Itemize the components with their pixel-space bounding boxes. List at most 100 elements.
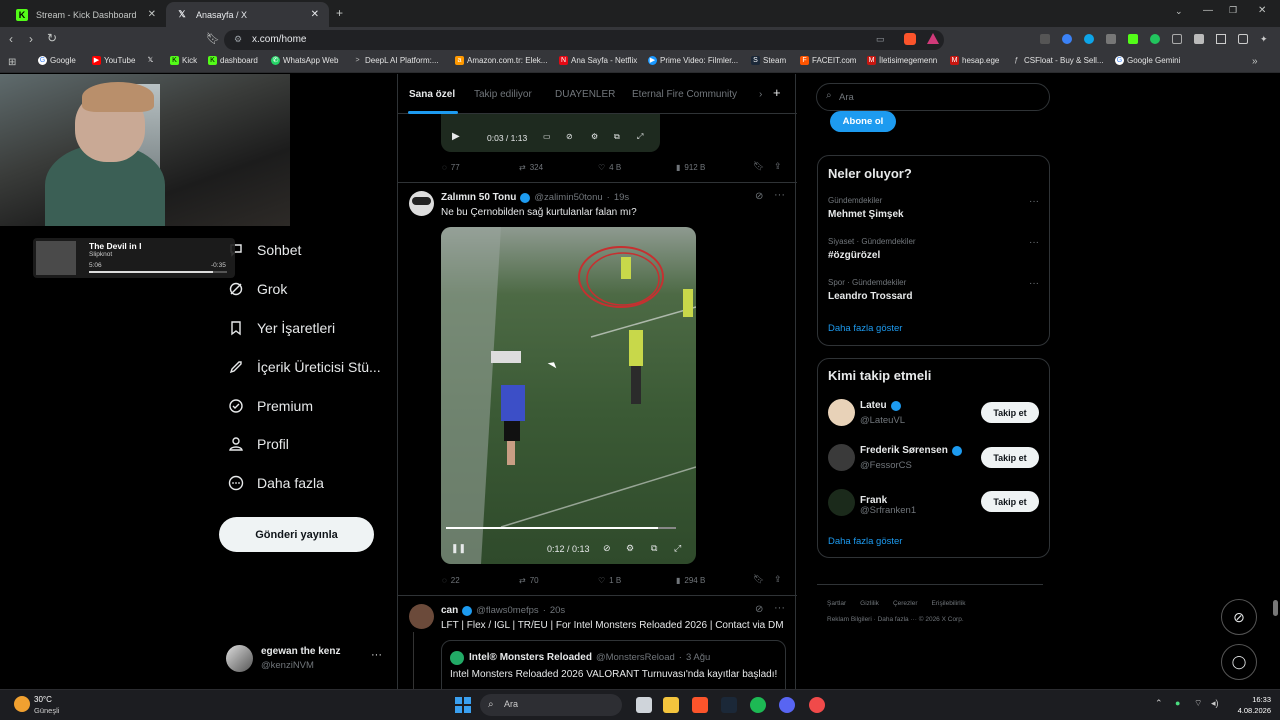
brave-icon[interactable]	[692, 697, 708, 713]
search-input[interactable]: Ara	[504, 699, 518, 709]
nav-more[interactable]: Daha fazla	[228, 475, 324, 491]
brave-rewards-icon[interactable]	[927, 33, 939, 44]
trend-item[interactable]: Spor · Gündemdekiler Leandro Trossard	[828, 278, 912, 302]
forward-icon[interactable]: ›	[29, 32, 33, 46]
bookmark-item[interactable]: a Amazon.com.tr: Elek...	[455, 56, 547, 65]
avatar[interactable]	[828, 399, 855, 426]
scrollbar-thumb[interactable]	[1273, 600, 1278, 616]
bookmark-item[interactable]: K Kick	[170, 56, 197, 65]
weather-temp[interactable]: 30°C	[34, 695, 52, 704]
post-time[interactable]: 19s	[614, 192, 629, 203]
address-bar[interactable]: ⚙︎ x.com/home ▭	[224, 30, 944, 50]
nav-profile[interactable]: Profil	[228, 436, 289, 452]
nav-grok[interactable]: Grok	[228, 281, 287, 297]
weather-text[interactable]: Güneşli	[34, 706, 59, 715]
sidebar-icon[interactable]	[1216, 34, 1226, 44]
extension-icon[interactable]	[1040, 34, 1050, 44]
more-options-icon[interactable]: ···	[774, 189, 785, 201]
brave-shield-icon[interactable]	[904, 33, 916, 45]
trend-item[interactable]: Gündemdekiler Mehmet Şimşek	[828, 196, 904, 220]
settings-icon[interactable]: ⚙︎	[626, 543, 634, 554]
show-more-link[interactable]: Daha fazla göster	[828, 323, 902, 334]
trend-item[interactable]: Siyaset · Gündemdekiler #özgürözel	[828, 237, 916, 261]
tab-kick-dashboard[interactable]: K Stream - Kick Dashboard ✕	[6, 2, 166, 27]
account-switcher[interactable]: egewan the kenz @kenziNVM ···	[226, 644, 391, 674]
mute-icon[interactable]: ⊘	[566, 132, 573, 141]
follow-name[interactable]: Frederik Sørensen	[860, 445, 948, 456]
fullscreen-icon[interactable]: ⤢	[637, 132, 643, 142]
more-options-icon[interactable]: ···	[1029, 196, 1039, 207]
task-view-icon[interactable]	[636, 697, 652, 713]
prev-video-player[interactable]: ▶ 0:03 / 1:13 ▭ ⊘ ⚙︎ ⧉ ⤢	[441, 114, 660, 152]
reload-icon[interactable]: ↻	[47, 31, 57, 45]
add-tab-icon[interactable]: +	[773, 85, 781, 100]
apps-icon[interactable]: ⊞	[8, 57, 16, 68]
bookmark-item[interactable]: ▶ YouTube	[92, 56, 135, 65]
clock-date[interactable]: 4.08.2026	[1226, 706, 1271, 715]
nav-creator-studio[interactable]: İçerik Üreticisi Stü...	[228, 359, 381, 375]
views-action[interactable]: ▮ 912 B	[676, 163, 705, 172]
video-progress-track[interactable]	[446, 527, 676, 529]
avatar[interactable]	[828, 444, 855, 471]
repost-action[interactable]: ⇄ 324	[519, 163, 543, 172]
bookmark-item[interactable]: N Ana Sayfa - Netflix	[559, 56, 637, 65]
taskbar-search[interactable]: ⌕ Ara	[480, 694, 622, 716]
wifi-icon[interactable]: ⌔	[1194, 698, 1202, 709]
app-icon[interactable]	[809, 697, 825, 713]
more-options-icon[interactable]: ···	[1029, 237, 1039, 248]
subscribe-button[interactable]: Abone ol	[830, 111, 896, 132]
minimize-icon[interactable]: —	[1203, 5, 1213, 16]
tabs-scroll-icon[interactable]: ›	[759, 89, 762, 100]
post-button[interactable]: Gönderi yayınla	[219, 517, 374, 552]
footer-link[interactable]: Çerezler	[893, 600, 918, 607]
new-tab-button[interactable]: +	[336, 6, 343, 20]
follow-name[interactable]: Lateu	[860, 400, 887, 411]
mute-icon[interactable]: ⊘	[603, 543, 611, 554]
play-icon[interactable]: ▶	[452, 131, 460, 142]
nav-chat[interactable]: Sohbet	[228, 242, 301, 258]
pip-icon[interactable]: ⧉	[614, 132, 620, 142]
tab-duayenler[interactable]: DUAYENLER	[555, 89, 615, 100]
tab-eternal-fire[interactable]: Eternal Fire Community	[632, 89, 737, 100]
tab-search-icon[interactable]: ⌄	[1175, 6, 1183, 17]
bookmark-item[interactable]: F FACEIT.com	[800, 56, 856, 65]
discord-icon[interactable]	[779, 697, 795, 713]
bookmark-item[interactable]: S Steam	[751, 56, 786, 65]
bookmark-item[interactable]: Kdashboard	[208, 56, 258, 65]
bookmark-page-icon[interactable]: 🔖︎	[206, 32, 220, 45]
follow-button[interactable]: Takip et	[981, 447, 1039, 468]
messages-floating-button[interactable]: ◯	[1221, 644, 1257, 680]
extension-icon[interactable]	[1128, 34, 1138, 44]
extension-icon[interactable]	[1062, 34, 1072, 44]
fullscreen-icon[interactable]: ⤢	[674, 543, 681, 554]
search-box[interactable]: ⌕ Ara	[816, 83, 1050, 111]
spotify-icon[interactable]	[750, 697, 766, 713]
views-action[interactable]: ▮ 294 B	[676, 576, 705, 585]
more-options-icon[interactable]: ···	[371, 649, 382, 661]
search-input[interactable]: Ara	[839, 92, 854, 103]
bookmark-item[interactable]: ▶ Prime Video: Filmler...	[648, 56, 738, 65]
file-explorer-icon[interactable]	[663, 697, 679, 713]
share-icon[interactable]: ⇪	[774, 161, 782, 172]
bookmark-icon[interactable]: 🔖︎	[753, 161, 764, 172]
more-options-icon[interactable]: ···	[774, 602, 785, 614]
bookmark-item[interactable]: M İletisimegemenn	[867, 56, 937, 65]
like-action[interactable]: ♡ 1 B	[598, 576, 621, 585]
nav-bookmarks[interactable]: Yer İşaretleri	[228, 320, 335, 336]
bookmark-item[interactable]: > DeepL AI Platform:...	[353, 56, 438, 65]
pause-icon[interactable]: ❚❚	[451, 543, 466, 554]
avatar[interactable]	[828, 489, 855, 516]
extension-icon[interactable]	[1172, 34, 1182, 44]
grok-icon[interactable]: ⊘	[755, 604, 763, 615]
more-options-icon[interactable]: ···	[1029, 278, 1039, 289]
grok-floating-button[interactable]: ⊘	[1221, 599, 1257, 635]
close-tab-icon[interactable]: ✕	[148, 9, 156, 20]
wallet-icon[interactable]	[1238, 34, 1248, 44]
tab-x-home[interactable]: 𝕏 Anasayfa / X ✕	[166, 2, 329, 27]
settings-icon[interactable]: ⚙︎	[591, 132, 598, 141]
tab-for-you[interactable]: Sana özel	[409, 89, 455, 100]
volume-icon[interactable]: ◂)	[1211, 698, 1219, 709]
cast-icon[interactable]: ▭	[876, 34, 885, 45]
bookmark-icon[interactable]: 🔖︎	[753, 574, 764, 585]
bookmark-item[interactable]: 𝕏	[146, 56, 155, 65]
